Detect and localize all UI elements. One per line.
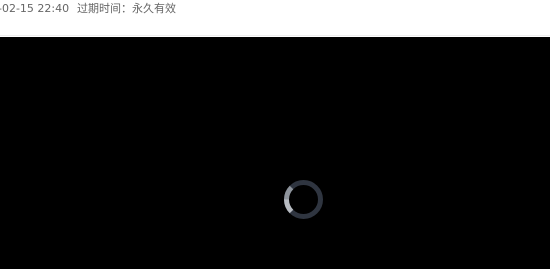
expiry-time: 过期时间：永久有效 [77,2,176,15]
share-page: -02-15 22:40 过期时间：永久有效 [0,0,550,269]
spinner-arc [284,199,294,214]
publish-time: -02-15 22:40 [0,2,70,15]
spinner-track [284,180,323,219]
share-meta-bar: -02-15 22:40 过期时间：永久有效 [0,0,550,36]
spinner-arc-upper [284,185,294,200]
video-player[interactable] [0,37,550,269]
loading-spinner-icon [284,180,323,219]
